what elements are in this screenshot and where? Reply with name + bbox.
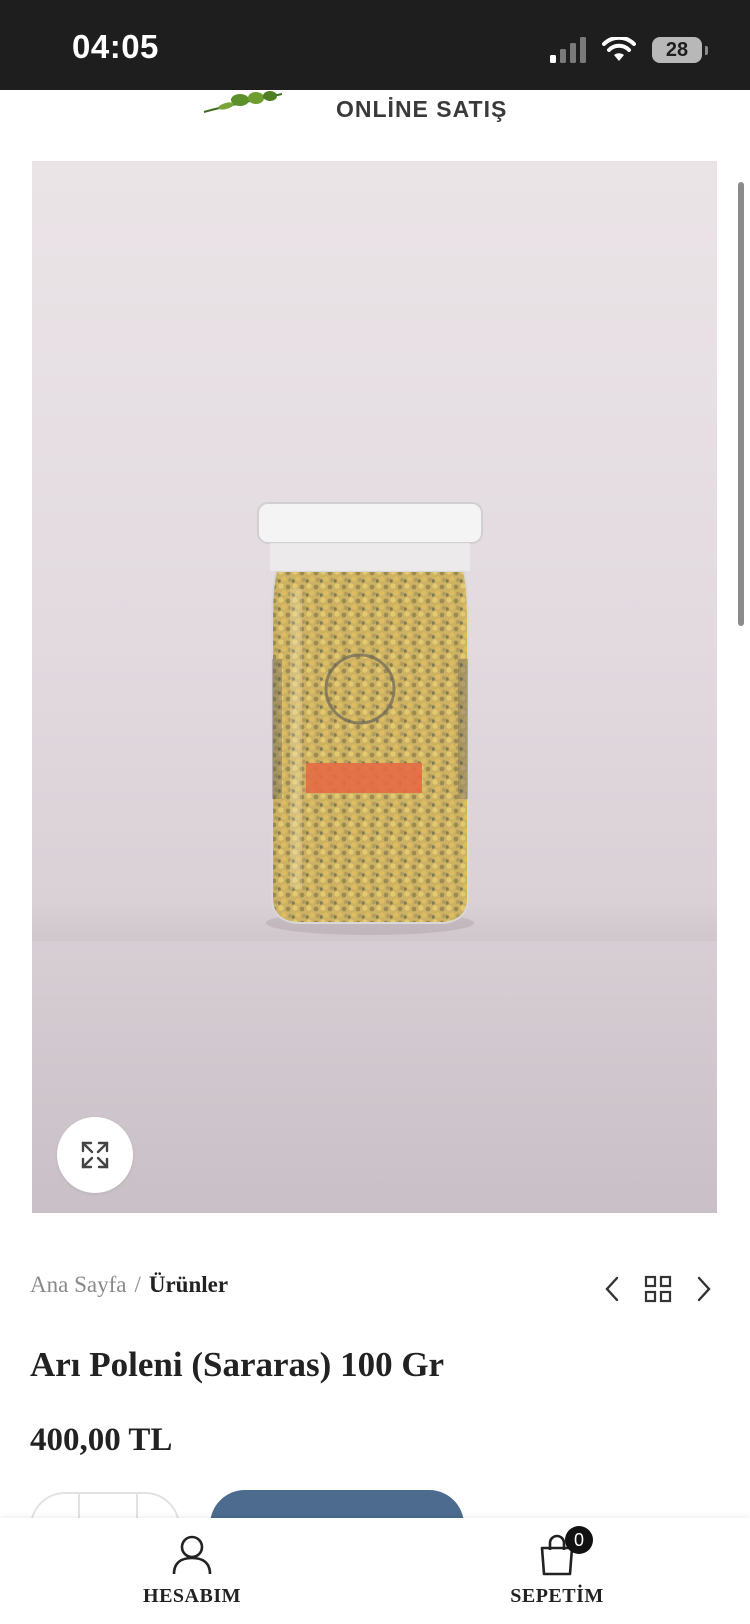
product-title: Arı Poleni (Sararas) 100 Gr (30, 1345, 445, 1384)
user-icon (170, 1534, 214, 1576)
cart-tab-label: SEPETİM (510, 1585, 604, 1607)
cart-count-badge: 0 (565, 1526, 593, 1554)
status-time: 04:05 (72, 28, 159, 65)
scrollbar-thumb[interactable] (738, 182, 744, 626)
site-header: ONLİNE SATIŞ (0, 90, 750, 132)
cellular-signal-icon (550, 37, 586, 63)
chevron-right-icon (697, 1276, 711, 1302)
bottom-tab-bar: HESABIM 0 SEPETİM (0, 1518, 750, 1624)
breadcrumb-home-link[interactable]: Ana Sayfa (30, 1272, 126, 1298)
logo-text[interactable]: ONLİNE SATIŞ (336, 96, 507, 123)
grid-icon (644, 1275, 672, 1303)
olive-branch-logo-icon[interactable] (200, 90, 290, 118)
breadcrumb-products-link[interactable]: Ürünler (149, 1272, 228, 1298)
chevron-left-icon (605, 1276, 619, 1302)
zoom-button[interactable] (57, 1117, 133, 1193)
wifi-icon (602, 37, 636, 61)
product-navigation (598, 1272, 718, 1306)
breadcrumb-separator: / (134, 1272, 141, 1297)
previous-product-button[interactable] (598, 1274, 626, 1304)
account-tab-label: HESABIM (143, 1585, 241, 1607)
cart-tab[interactable]: 0 SEPETİM (467, 1526, 647, 1608)
battery-icon: 28 (652, 37, 708, 63)
product-price: 400,00 TL (30, 1422, 173, 1458)
breadcrumb: Ana Sayfa / Ürünler (30, 1272, 228, 1298)
shopping-bag-icon: 0 (535, 1526, 593, 1576)
battery-level: 28 (665, 38, 689, 61)
product-image[interactable] (32, 161, 717, 1213)
back-to-products-grid-button[interactable] (644, 1274, 672, 1304)
expand-icon (81, 1141, 109, 1169)
status-icons: 28 (550, 30, 708, 70)
next-product-button[interactable] (690, 1274, 718, 1304)
account-tab[interactable]: HESABIM (102, 1534, 282, 1608)
status-bar: 04:05 28 (0, 0, 750, 90)
pollen-jar-image (257, 502, 483, 935)
